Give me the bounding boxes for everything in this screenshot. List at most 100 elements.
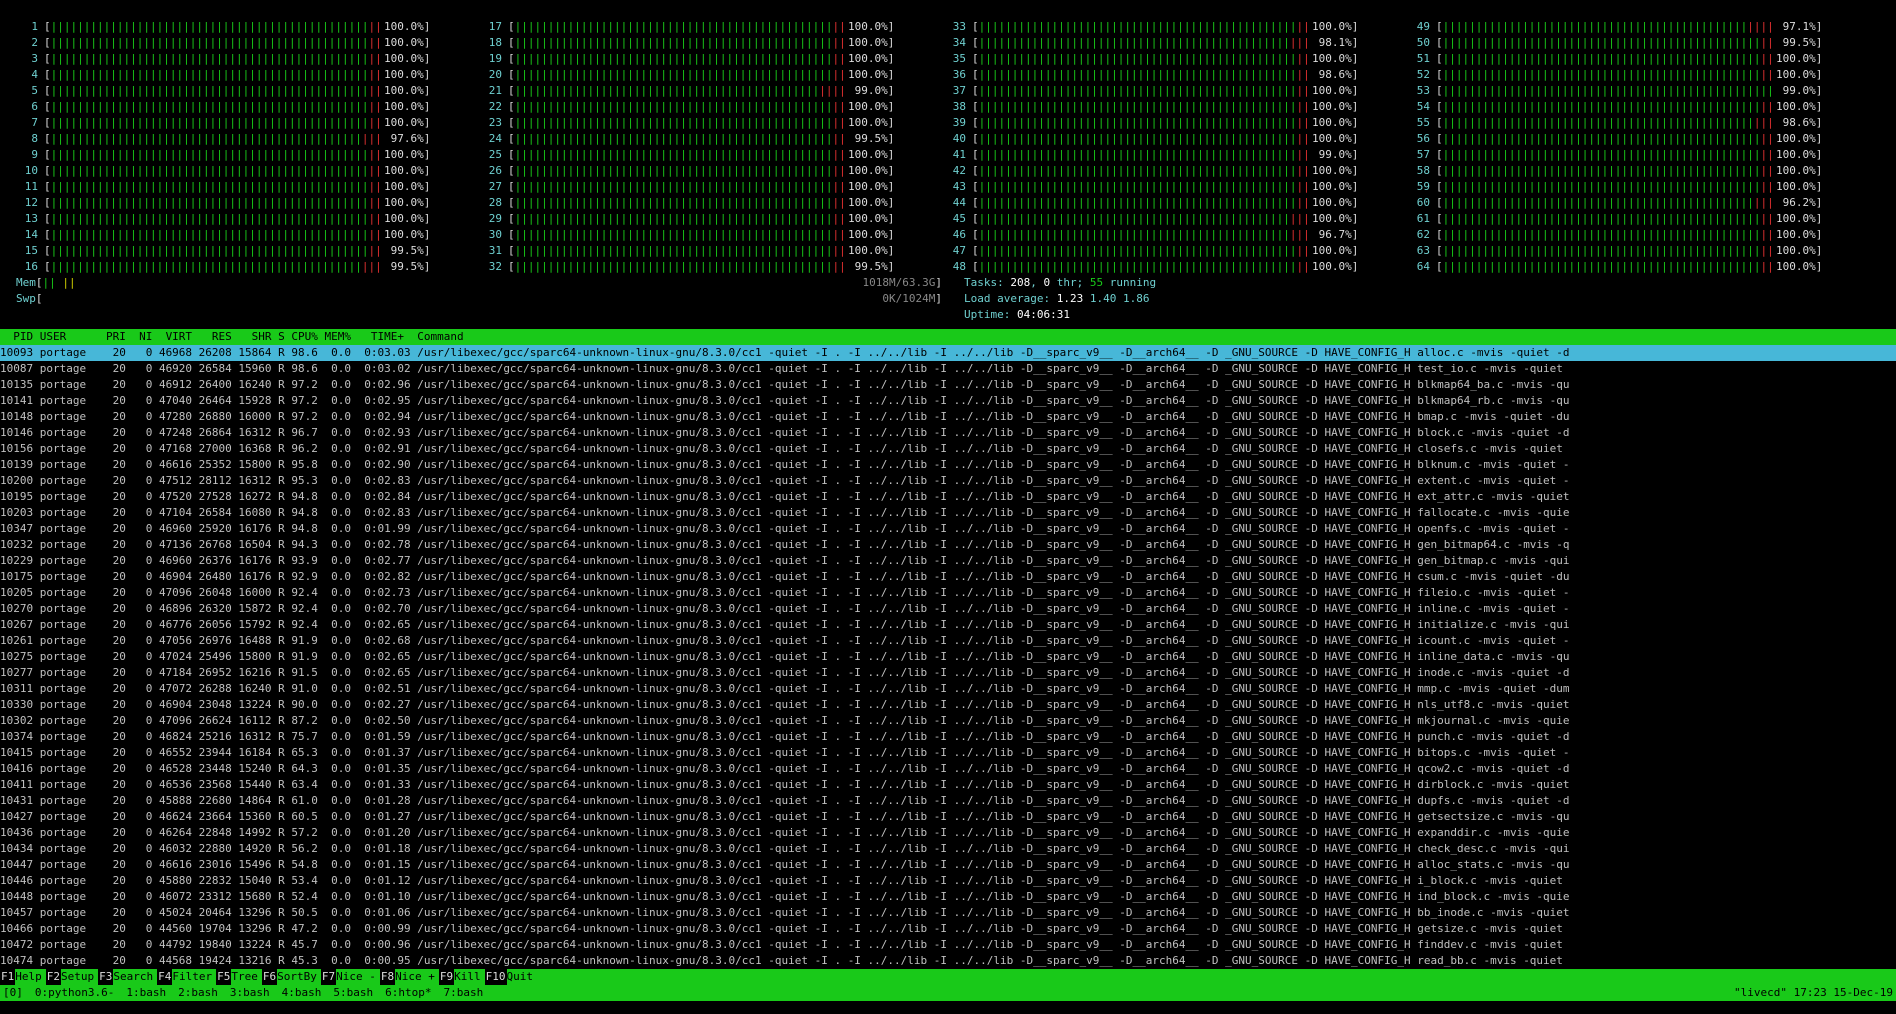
process-row[interactable]: 10232 portage 20 0 47136 26768 16504 R 9… bbox=[0, 537, 1896, 553]
fkey-setup[interactable]: F2 Setup bbox=[45, 969, 99, 985]
cpu-percent: 100.0% bbox=[384, 36, 424, 49]
tmux-window-tab[interactable]: 1:bash bbox=[126, 985, 178, 1001]
cpu-meter: 29[|||||||||||||||||||||||||||||||||||||… bbox=[480, 211, 944, 227]
process-row[interactable]: 10436 portage 20 0 46264 22848 14992 R 5… bbox=[0, 825, 1896, 841]
fkey-help[interactable]: F1 Help bbox=[0, 969, 46, 985]
process-row[interactable]: 10175 portage 20 0 46904 26480 16176 R 9… bbox=[0, 569, 1896, 585]
cpu-number: 9 bbox=[31, 148, 38, 161]
cpu-usage-bar: ||||||||||||||||||||||||||||||||||||||||… bbox=[1442, 84, 1774, 97]
cpu-usage-bar: ||||||||||||||||||||||||||||||||||||||||… bbox=[514, 196, 846, 209]
process-row[interactable]: 10277 portage 20 0 47184 26952 16216 R 9… bbox=[0, 665, 1896, 681]
cpu-percent: 100.0% bbox=[384, 84, 424, 97]
cpu-usage-bar: ||||||||||||||||||||||||||||||||||||||||… bbox=[50, 164, 382, 177]
cpu-usage-bar: ||||||||||||||||||||||||||||||||||||||||… bbox=[978, 260, 1310, 273]
tmux-window-tab[interactable]: 4:bash bbox=[282, 985, 334, 1001]
cpu-meter: 56[|||||||||||||||||||||||||||||||||||||… bbox=[1408, 131, 1872, 147]
cpu-number: 41 bbox=[952, 148, 966, 161]
cpu-number: 30 bbox=[488, 228, 502, 241]
tmux-status: "livecd" 17:23 15-Dec-19 bbox=[1734, 986, 1893, 999]
cpu-meter: 63[|||||||||||||||||||||||||||||||||||||… bbox=[1408, 243, 1872, 259]
process-row[interactable]: 10135 portage 20 0 46912 26400 16240 R 9… bbox=[0, 377, 1896, 393]
process-row[interactable]: 10472 portage 20 0 44792 19840 13224 R 4… bbox=[0, 937, 1896, 953]
cpu-meter: 54[|||||||||||||||||||||||||||||||||||||… bbox=[1408, 99, 1872, 115]
process-row[interactable]: 10446 portage 20 0 45880 22832 15040 R 5… bbox=[0, 873, 1896, 889]
process-table-header[interactable]: PID USER PRI NI VIRT RES SHR S CPU% MEM%… bbox=[0, 329, 1896, 345]
cpu-number: 10 bbox=[24, 164, 38, 177]
cpu-number: 38 bbox=[952, 100, 966, 113]
cpu-number: 50 bbox=[1416, 36, 1430, 49]
cpu-meter: 7[||||||||||||||||||||||||||||||||||||||… bbox=[16, 115, 480, 131]
process-row[interactable]: 10139 portage 20 0 46616 25352 15800 R 9… bbox=[0, 457, 1896, 473]
process-row[interactable]: 10415 portage 20 0 46552 23944 16184 R 6… bbox=[0, 745, 1896, 761]
cpu-meter: 39[|||||||||||||||||||||||||||||||||||||… bbox=[944, 115, 1408, 131]
process-row[interactable]: 10466 portage 20 0 44560 19704 13296 R 4… bbox=[0, 921, 1896, 937]
process-row[interactable]: 10141 portage 20 0 47040 26464 15928 R 9… bbox=[0, 393, 1896, 409]
process-row[interactable]: 10311 portage 20 0 47072 26288 16240 R 9… bbox=[0, 681, 1896, 697]
process-row[interactable]: 10261 portage 20 0 47056 26976 16488 R 9… bbox=[0, 633, 1896, 649]
cpu-percent: 100.0% bbox=[1312, 20, 1352, 33]
process-row[interactable]: 10347 portage 20 0 46960 25920 16176 R 9… bbox=[0, 521, 1896, 537]
fkey-search[interactable]: F3 Search bbox=[98, 969, 158, 985]
process-row[interactable]: 10195 portage 20 0 47520 27528 16272 R 9… bbox=[0, 489, 1896, 505]
process-row[interactable]: 10411 portage 20 0 46536 23568 15440 R 6… bbox=[0, 777, 1896, 793]
cpu-number: 45 bbox=[952, 212, 966, 225]
cpu-meter: 38[|||||||||||||||||||||||||||||||||||||… bbox=[944, 99, 1408, 115]
tmux-window-tab[interactable]: 5:bash bbox=[333, 985, 385, 1001]
process-row[interactable]: 10302 portage 20 0 47096 26624 16112 R 8… bbox=[0, 713, 1896, 729]
process-row[interactable]: 10474 portage 20 0 44568 19424 13216 R 4… bbox=[0, 953, 1896, 969]
cpu-usage-bar: ||||||||||||||||||||||||||||||||||||||||… bbox=[1442, 212, 1774, 225]
process-row[interactable]: 10416 portage 20 0 46528 23448 15240 R 6… bbox=[0, 761, 1896, 777]
process-row[interactable]: 10275 portage 20 0 47024 25496 15800 R 9… bbox=[0, 649, 1896, 665]
cpu-meter: 19[|||||||||||||||||||||||||||||||||||||… bbox=[480, 51, 944, 67]
process-row[interactable]: 10434 portage 20 0 46032 22880 14920 R 5… bbox=[0, 841, 1896, 857]
process-row[interactable]: 10087 portage 20 0 46920 26584 15960 R 9… bbox=[0, 361, 1896, 377]
fkey-quit[interactable]: F10 Quit bbox=[484, 969, 537, 985]
tmux-window-tab[interactable]: 0:python3.6- bbox=[35, 985, 126, 1001]
process-row[interactable]: 10148 portage 20 0 47280 26880 16000 R 9… bbox=[0, 409, 1896, 425]
cpu-meter: 60[|||||||||||||||||||||||||||||||||||||… bbox=[1408, 195, 1872, 211]
cpu-meter: 26[|||||||||||||||||||||||||||||||||||||… bbox=[480, 163, 944, 179]
fkey-nice[interactable]: F8 Nice + bbox=[379, 969, 439, 985]
process-row[interactable]: 10146 portage 20 0 47248 26864 16312 R 9… bbox=[0, 425, 1896, 441]
tmux-window-tab[interactable]: 3:bash bbox=[230, 985, 282, 1001]
process-row[interactable]: 10093 portage 20 0 46968 26208 15864 R 9… bbox=[0, 345, 1896, 361]
cpu-percent: 100.0% bbox=[384, 68, 424, 81]
cpu-meter: 52[|||||||||||||||||||||||||||||||||||||… bbox=[1408, 67, 1872, 83]
process-row[interactable]: 10374 portage 20 0 46824 25216 16312 R 7… bbox=[0, 729, 1896, 745]
tmux-window-tab[interactable]: 7:bash bbox=[443, 985, 495, 1001]
cpu-number: 34 bbox=[952, 36, 966, 49]
cpu-usage-bar: ||||||||||||||||||||||||||||||||||||||||… bbox=[1442, 260, 1774, 273]
cpu-number: 56 bbox=[1416, 132, 1430, 145]
process-row[interactable]: 10229 portage 20 0 46960 26376 16176 R 9… bbox=[0, 553, 1896, 569]
process-row[interactable]: 10457 portage 20 0 45024 20464 13296 R 5… bbox=[0, 905, 1896, 921]
process-row[interactable]: 10447 portage 20 0 46616 23016 15496 R 5… bbox=[0, 857, 1896, 873]
fkey-tree[interactable]: F5 Tree bbox=[216, 969, 262, 985]
process-row[interactable]: 10156 portage 20 0 47168 27000 16368 R 9… bbox=[0, 441, 1896, 457]
cpu-number: 16 bbox=[24, 260, 38, 273]
process-row[interactable]: 10205 portage 20 0 47096 26048 16000 R 9… bbox=[0, 585, 1896, 601]
process-row[interactable]: 10267 portage 20 0 46776 26056 15792 R 9… bbox=[0, 617, 1896, 633]
fkey-filter[interactable]: F4 Filter bbox=[157, 969, 217, 985]
process-row[interactable]: 10427 portage 20 0 46624 23664 15360 R 6… bbox=[0, 809, 1896, 825]
process-row[interactable]: 10270 portage 20 0 46896 26320 15872 R 9… bbox=[0, 601, 1896, 617]
process-row[interactable]: 10203 portage 20 0 47104 26584 16080 R 9… bbox=[0, 505, 1896, 521]
process-row[interactable]: 10200 portage 20 0 47512 28112 16312 R 9… bbox=[0, 473, 1896, 489]
process-row[interactable]: 10431 portage 20 0 45888 22680 14864 R 6… bbox=[0, 793, 1896, 809]
cpu-number: 57 bbox=[1416, 148, 1430, 161]
tmux-window-tab[interactable]: 6:htop* bbox=[385, 985, 443, 1001]
cpu-meter: 9[||||||||||||||||||||||||||||||||||||||… bbox=[16, 147, 480, 163]
fkey-sortby[interactable]: F6 SortBy bbox=[261, 969, 321, 985]
fkey-nice[interactable]: F7 Nice - bbox=[320, 969, 380, 985]
cpu-number: 11 bbox=[24, 180, 38, 193]
process-row[interactable]: 10448 portage 20 0 46072 23312 15680 R 5… bbox=[0, 889, 1896, 905]
process-list[interactable]: 10093 portage 20 0 46968 26208 15864 R 9… bbox=[0, 345, 1896, 969]
cpu-usage-bar: ||||||||||||||||||||||||||||||||||||||||… bbox=[514, 52, 846, 65]
fkey-kill[interactable]: F9 Kill bbox=[438, 969, 485, 985]
cpu-number: 37 bbox=[952, 84, 966, 97]
cpu-number: 58 bbox=[1416, 164, 1430, 177]
tmux-window-tab[interactable]: 2:bash bbox=[178, 985, 230, 1001]
process-row[interactable]: 10330 portage 20 0 46904 23048 13224 R 9… bbox=[0, 697, 1896, 713]
cpu-meter: 46[|||||||||||||||||||||||||||||||||||||… bbox=[944, 227, 1408, 243]
cpu-number: 23 bbox=[488, 116, 502, 129]
cpu-percent: 100.0% bbox=[384, 180, 424, 193]
